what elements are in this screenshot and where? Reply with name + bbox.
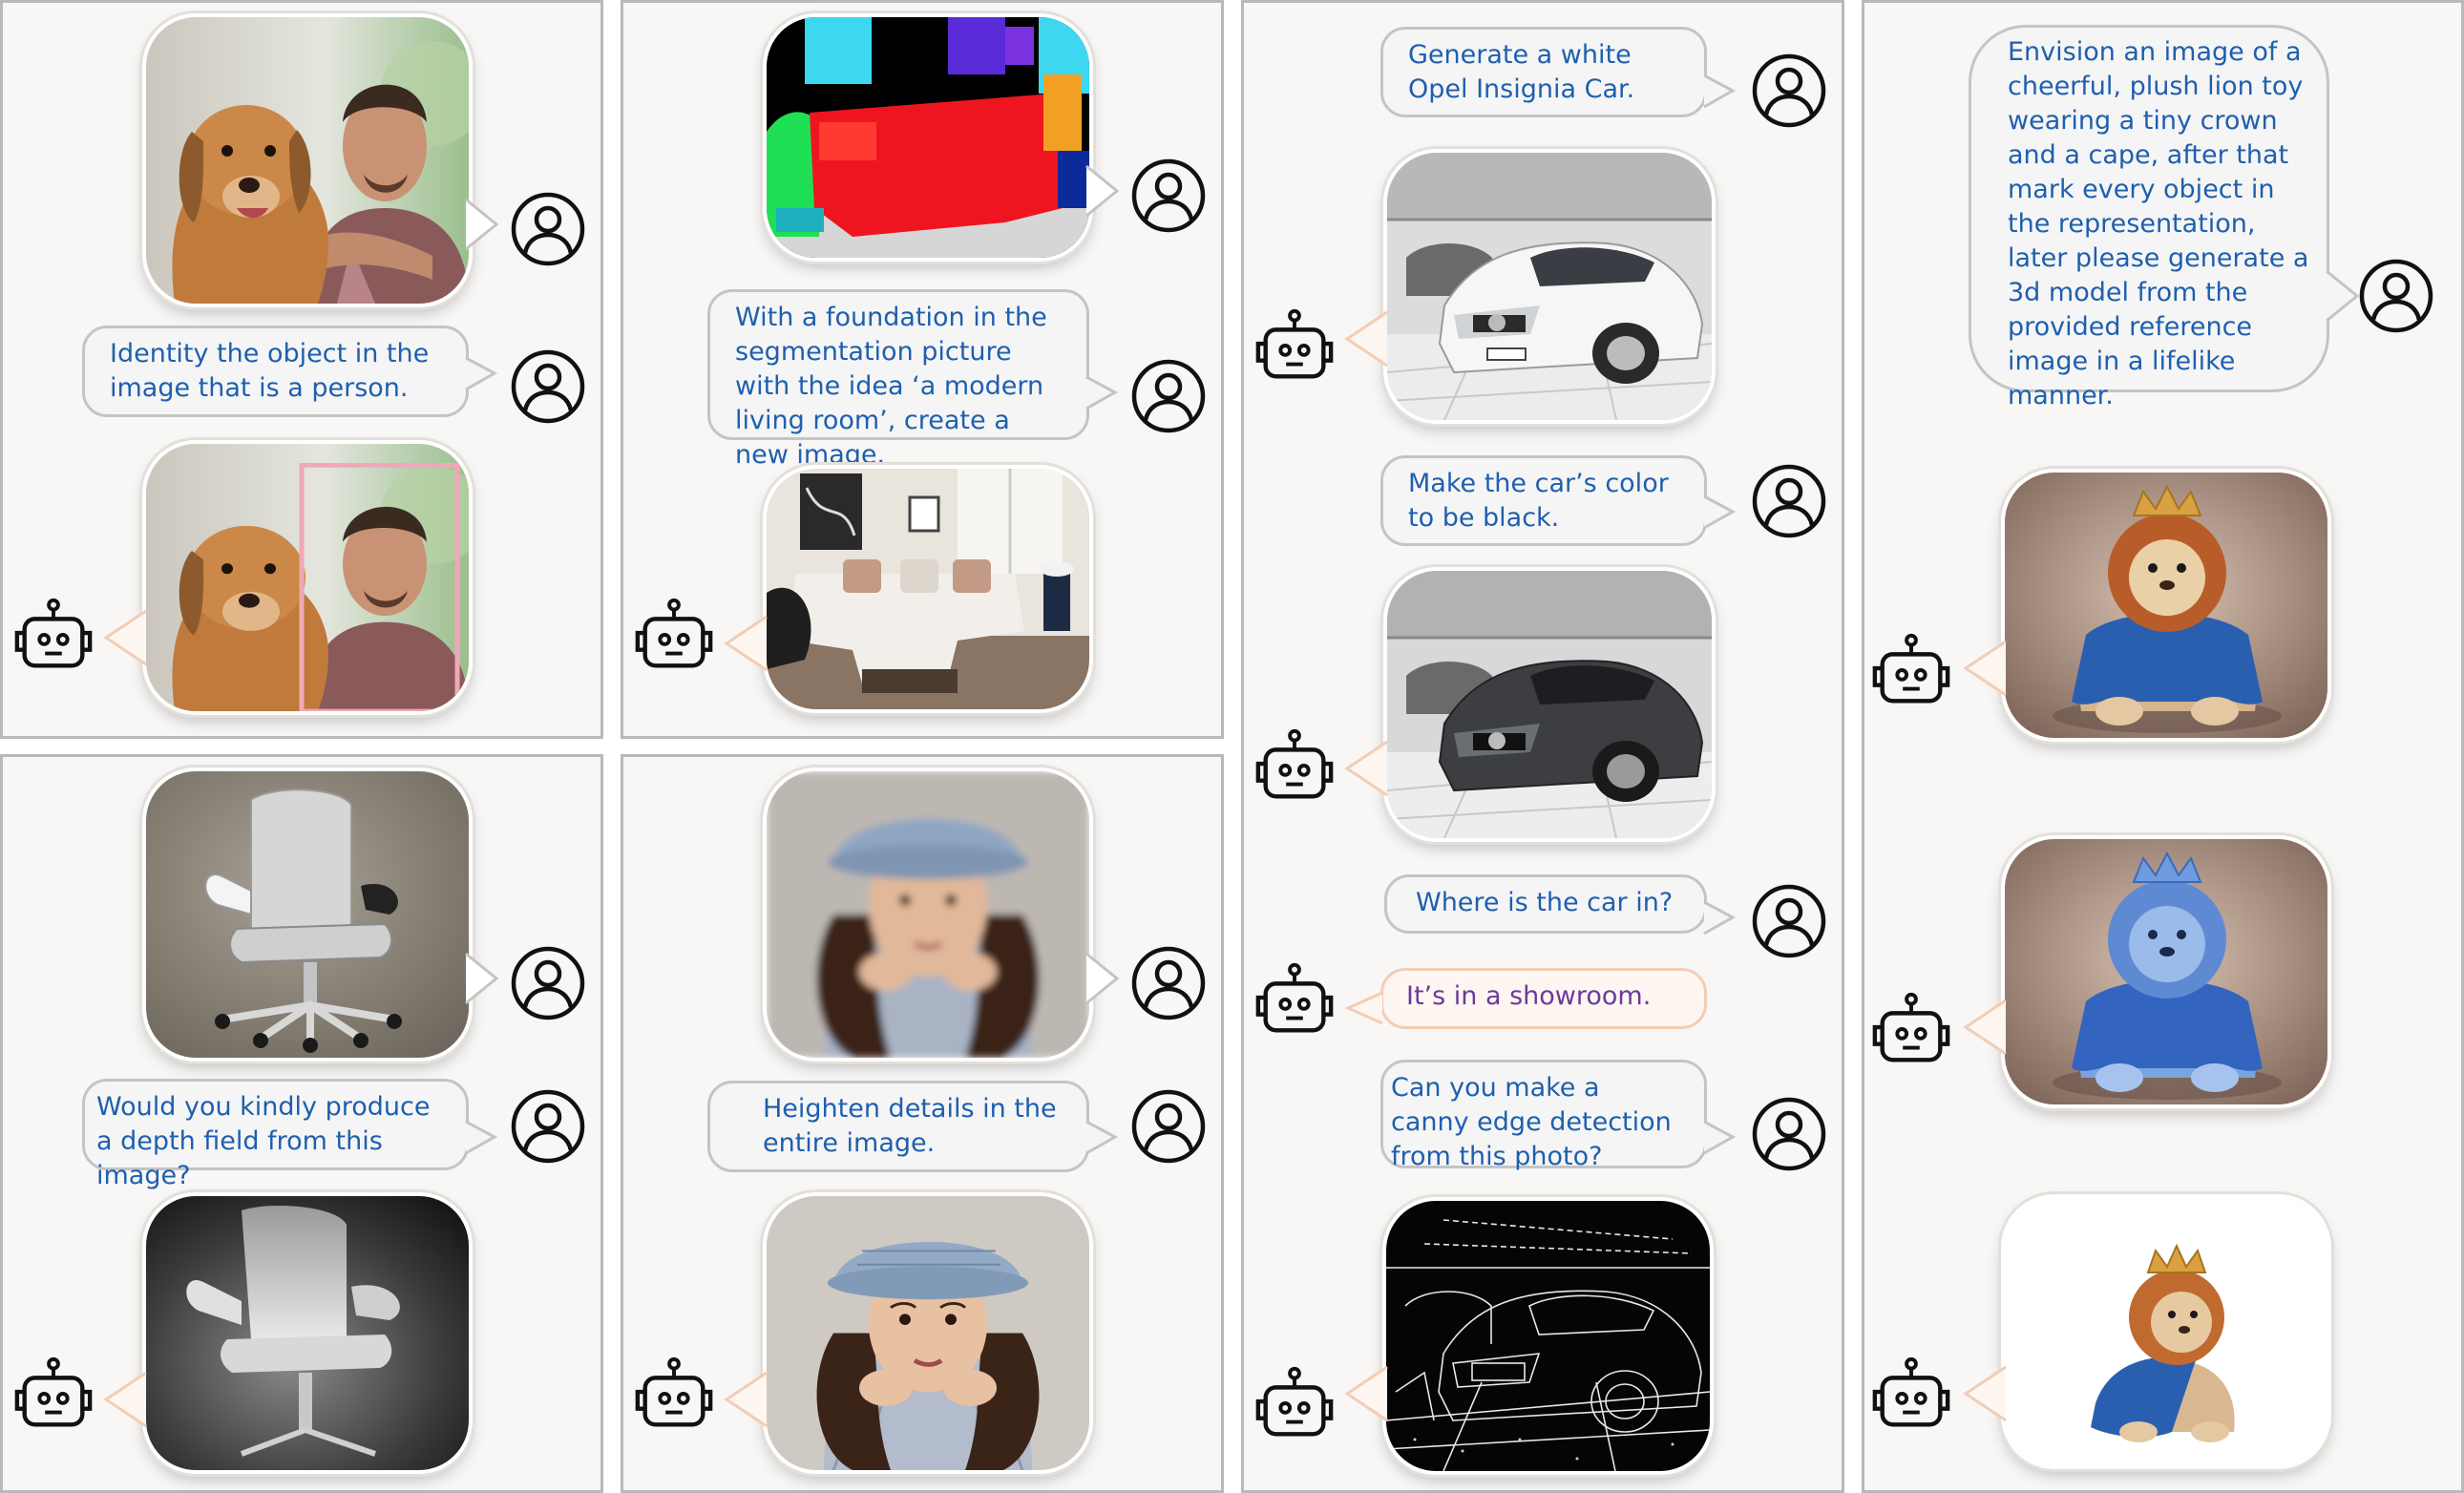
bubble-tail [1085,952,1120,1005]
bubble-tail [1963,640,2007,697]
robot-icon [1869,1356,1953,1432]
user-prompt-bubble: Envision an image of a cheerful, plush l… [1969,25,2329,410]
robot-icon [1253,961,1337,1038]
sharp-portrait-output-image [767,1196,1089,1470]
bot-answer-bubble: It’s in a showroom. [1380,968,1707,1029]
bubble-tail [465,198,499,251]
living-room-output-image [767,469,1089,709]
blurry-portrait-input-image [767,771,1089,1058]
robot-icon [1869,632,1953,708]
robot-icon [1253,307,1337,384]
dog-man-input-image [146,17,469,304]
segmentation-map-image [767,17,1089,258]
bubble-tail [2326,269,2360,323]
bubble-tail [724,1371,768,1428]
bubble-tail [1703,494,1737,530]
bubble-tail [103,609,147,666]
user-avatar-icon [1751,883,1827,959]
user-avatar-icon [1130,358,1207,434]
dog-man-detection-output-image [146,444,469,711]
user-prompt-bubble: Identity the object in the image that is… [82,326,469,417]
robot-icon [1253,727,1337,804]
user-avatar-icon [510,348,586,425]
robot-icon [632,1356,716,1432]
bubble-tail [1344,740,1388,797]
user-avatar-icon [1130,945,1207,1021]
lion-toy-generated-image [2005,473,2327,738]
user-prompt-bubble: Can you make a canny edge detection from… [1380,1060,1707,1171]
bubble-tail [1085,1120,1119,1155]
bubble-tail [103,1371,147,1428]
bubble-tail [1085,164,1120,218]
bubble-tail [1344,991,1383,1025]
chair-depth-map-output-image [146,1196,469,1470]
robot-icon [11,597,95,673]
user-avatar-icon [510,1088,586,1165]
bubble-tail [1703,1120,1737,1155]
user-prompt-bubble: With a foundation in the segmentation pi… [707,289,1089,470]
user-avatar-icon [1751,53,1827,129]
robot-icon [11,1356,95,1432]
user-avatar-icon [510,191,586,267]
bubble-tail [465,952,499,1005]
robot-icon [1869,991,1953,1067]
bubble-tail [1703,900,1737,936]
bubble-tail [1344,1365,1388,1422]
user-avatar-icon [510,945,586,1021]
user-prompt-bubble: Would you kindly produce a depth field f… [82,1079,469,1190]
user-question-bubble: Where is the car in? [1384,874,1707,934]
black-car-edited-image [1387,571,1712,838]
canny-edge-output-image [1386,1201,1710,1471]
lion-toy-3d-model-image [2005,1198,2327,1465]
user-prompt-bubble: Make the car’s color to be black. [1380,455,1707,546]
bubble-tail [1344,310,1388,368]
bubble-tail [1963,999,2007,1056]
robot-icon [632,597,716,673]
bubble-tail [1085,375,1119,410]
bubble-tail [465,356,498,391]
user-avatar-icon [1130,158,1207,234]
user-avatar-icon [1751,463,1827,539]
lion-toy-segmented-image [2005,839,2327,1104]
user-avatar-icon [2358,258,2434,334]
bubble-tail [465,1120,498,1155]
bubble-tail [1703,74,1737,109]
user-avatar-icon [1130,1088,1207,1165]
user-prompt-bubble: Generate a white Opel Insignia Car. [1380,27,1707,117]
bubble-tail [724,615,768,672]
user-prompt-bubble: Heighten details in the entire image. [707,1081,1089,1172]
bubble-tail [1963,1365,2007,1422]
white-car-generated-image [1387,153,1712,420]
user-avatar-icon [1751,1096,1827,1172]
robot-icon [1253,1365,1337,1441]
office-chair-input-image [146,771,469,1058]
